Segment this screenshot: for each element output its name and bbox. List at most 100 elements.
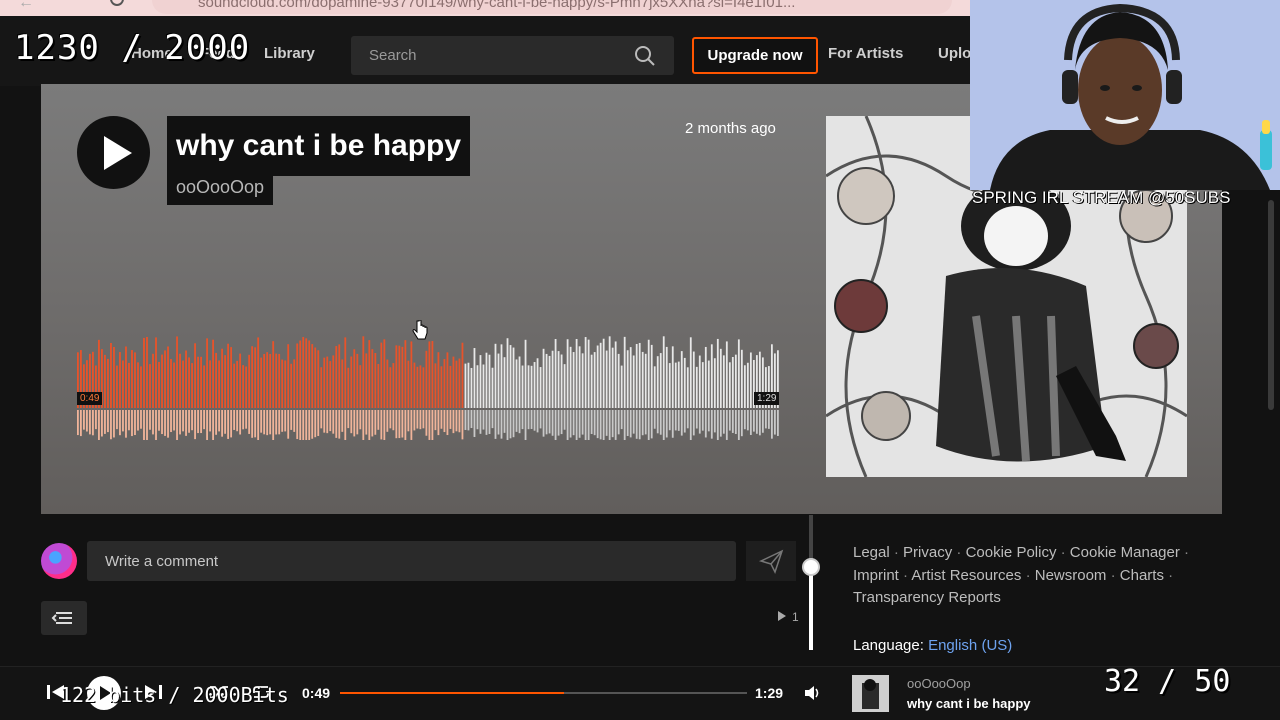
waveform-reflection-bar (110, 410, 112, 440)
waveform-bar (734, 354, 737, 408)
waveform-reflection-bar (473, 410, 476, 437)
reload-icon[interactable] (110, 0, 124, 6)
waveform-reflection-bar (182, 410, 184, 432)
waveform-bar (245, 366, 248, 408)
waveform-bar (320, 367, 323, 408)
footer-link[interactable]: Privacy (903, 544, 952, 561)
footer-link[interactable]: Transparency Reports (853, 589, 1001, 606)
waveform-reflection-bar (521, 410, 524, 430)
waveform-bar (644, 353, 647, 408)
waveform-bar (437, 352, 440, 408)
browser-address-bar[interactable]: ← soundcloud.com/dopamine-93770I149/why-… (0, 0, 970, 16)
search-field[interactable]: Search (351, 36, 674, 75)
waveform-reflection-bar (368, 410, 371, 440)
waveform-bar (368, 340, 371, 408)
send-comment-button[interactable] (746, 541, 796, 581)
footer-link[interactable]: Newsroom (1035, 567, 1107, 584)
mini-title[interactable]: why cant i be happy (907, 696, 1031, 711)
waveform-reflection-bar (206, 410, 208, 440)
waveform-reflection-bar (140, 410, 142, 429)
footer-link[interactable]: Cookie Manager (1070, 544, 1180, 561)
waveform-reflection-bar (659, 410, 662, 435)
waveform-reflection-bar (86, 410, 88, 432)
goal-counter-top: 1230 / 2000 (14, 28, 251, 68)
nav-library[interactable]: Library (264, 45, 315, 62)
waveform-reflection-bar (215, 410, 217, 435)
search-icon[interactable] (634, 45, 656, 67)
waveform-bar (605, 350, 608, 408)
waveform-bar (215, 352, 217, 408)
queue-button[interactable] (41, 601, 87, 635)
waveform-bar (536, 358, 539, 408)
waveform-bar (473, 348, 476, 408)
waveform-reflection-bar (725, 410, 728, 440)
play-button[interactable] (77, 116, 150, 189)
waveform-duration: 1:29 (754, 392, 780, 405)
waveform-reflection-bar (671, 410, 674, 438)
waveform-reflection-bar (641, 410, 644, 436)
footer-link[interactable]: Imprint (853, 567, 899, 584)
comment-input[interactable]: Write a comment (87, 541, 736, 581)
waveform-bar (470, 367, 473, 408)
waveform-reflection-bar (443, 410, 446, 433)
footer-link[interactable]: Artist Resources (911, 567, 1021, 584)
webcam-overlay (970, 0, 1280, 190)
waveform-reflection-bar (137, 410, 139, 431)
waveform-bar (617, 353, 620, 408)
back-arrow-icon[interactable]: ← (18, 0, 34, 12)
waveform-reflection-bar (107, 410, 109, 433)
waveform-reflection-bar (221, 410, 224, 437)
volume-icon[interactable] (803, 684, 823, 707)
footer-link[interactable]: Charts (1120, 567, 1164, 584)
waveform-reflection-bar (200, 410, 202, 434)
waveform-reflection-bar (551, 410, 554, 436)
queue-icon (51, 612, 72, 624)
footer-link[interactable]: Cookie Policy (966, 544, 1057, 561)
nav-for-artists[interactable]: For Artists (828, 45, 903, 62)
mini-artist[interactable]: ooOooOop (907, 676, 971, 691)
waveform-reflection-bar (497, 410, 500, 435)
waveform-bar (563, 364, 566, 408)
url-text[interactable]: soundcloud.com/dopamine-93770I149/why-ca… (198, 0, 795, 11)
footer-link[interactable]: Legal (853, 544, 890, 561)
waveform-reflection-bar (485, 410, 488, 435)
waveform-reflection-bar (617, 410, 620, 435)
waveform-bar (581, 353, 584, 408)
waveform-bar (575, 339, 578, 408)
waveform-reflection-bar (656, 410, 659, 434)
upgrade-now-button[interactable]: Upgrade now (692, 37, 818, 74)
waveform-reflection-bar (149, 410, 151, 430)
waveform-bar (704, 346, 707, 408)
waveform-reflection-bar (419, 410, 422, 430)
waveform-reflection-bar (191, 410, 193, 431)
waveform-reflection-bar (503, 410, 506, 433)
waveform-bar (311, 344, 314, 408)
volume-slider-handle[interactable] (802, 558, 820, 576)
waveform-bar (353, 349, 356, 408)
mini-artwork[interactable] (852, 675, 889, 712)
track-artist[interactable]: ooOooOop (176, 173, 264, 201)
waveform-bar (212, 339, 214, 408)
waveform-bar (506, 338, 509, 408)
waveform-bar (383, 339, 386, 408)
waveform-bar (374, 352, 377, 408)
nav-upload[interactable]: Upload (938, 45, 970, 62)
page-scrollbar[interactable] (1268, 200, 1274, 410)
waveform-reflection-bar (104, 410, 106, 434)
waveform-reflection-bar (218, 410, 220, 432)
language-selector[interactable]: Language: English (US) (853, 637, 1012, 654)
waveform-reflection-bar (524, 410, 527, 440)
waveform-reflection-bar (572, 410, 575, 436)
waveform-reflection-bar (143, 410, 145, 440)
waveform-reflection-bar (728, 410, 731, 431)
track-artist-box[interactable]: ooOooOop (167, 173, 274, 205)
waveform-bar (671, 346, 674, 408)
waveform-reflection-bar (425, 410, 428, 436)
language-value[interactable]: English (US) (928, 637, 1012, 654)
user-avatar[interactable] (41, 543, 77, 579)
waveform[interactable] (77, 330, 780, 440)
waveform-bar (614, 341, 617, 408)
player-progress-bar[interactable] (340, 692, 747, 694)
waveform-bar (116, 365, 118, 408)
waveform-reflection-bar (536, 410, 539, 433)
